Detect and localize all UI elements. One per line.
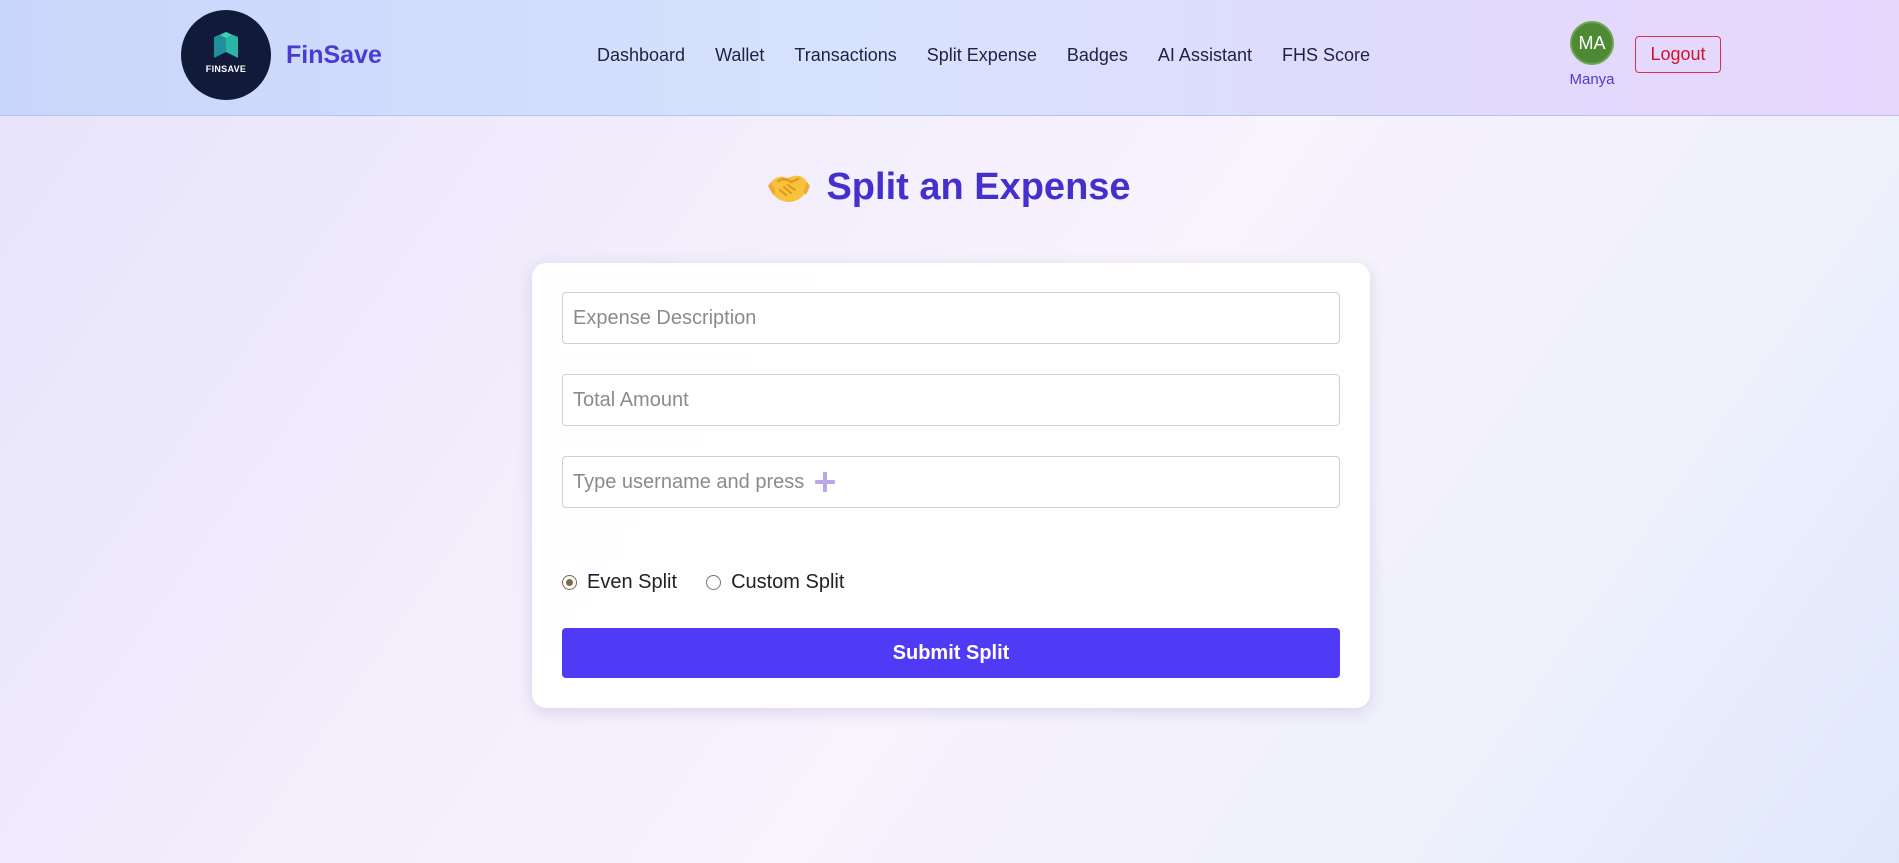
finsave-logo-icon — [214, 32, 238, 58]
expense-description-field[interactable] — [562, 292, 1340, 344]
nav-item-dashboard[interactable]: Dashboard — [597, 43, 685, 67]
user-name: Manya — [1569, 71, 1615, 88]
custom-split-label[interactable]: Custom Split — [731, 571, 844, 594]
nav-item-wallet[interactable]: Wallet — [715, 43, 764, 67]
nav-item-fhs-score[interactable]: FHS Score — [1282, 43, 1370, 67]
handshake-icon — [768, 175, 811, 202]
main-nav: Dashboard Wallet Transactions Split Expe… — [597, 43, 1370, 67]
logout-button[interactable]: Logout — [1635, 36, 1721, 73]
nav-item-split-expense[interactable]: Split Expense — [927, 43, 1037, 67]
nav-item-badges[interactable]: Badges — [1067, 43, 1128, 67]
user-avatar[interactable]: MA — [1570, 21, 1614, 65]
top-header: FINSAVE FinSave Dashboard Wallet Transac… — [0, 0, 1899, 116]
page-title-row: Split an Expense — [0, 162, 1899, 212]
custom-split-radio[interactable] — [706, 575, 722, 590]
submit-split-button[interactable]: Submit Split — [562, 628, 1340, 678]
total-amount-field[interactable] — [562, 374, 1340, 426]
username-field[interactable]: Type username and press — [562, 456, 1340, 508]
expense-description-input[interactable] — [573, 293, 1339, 343]
brand-logo[interactable]: FINSAVE — [181, 10, 271, 100]
split-expense-card: Type username and press Even Split Custo… — [532, 263, 1370, 708]
nav-item-transactions[interactable]: Transactions — [794, 43, 896, 67]
username-placeholder: Type username and press — [573, 470, 805, 493]
page-title: Split an Expense — [826, 166, 1131, 208]
split-type-group: Even Split Custom Split — [562, 571, 873, 594]
total-amount-input[interactable] — [573, 375, 1339, 425]
logo-text: FINSAVE — [205, 64, 247, 74]
nav-item-ai-assistant[interactable]: AI Assistant — [1158, 43, 1252, 67]
even-split-label[interactable]: Even Split — [587, 571, 677, 594]
brand-name[interactable]: FinSave — [286, 40, 382, 70]
even-split-radio[interactable] — [562, 575, 577, 590]
plus-icon[interactable] — [814, 471, 836, 493]
